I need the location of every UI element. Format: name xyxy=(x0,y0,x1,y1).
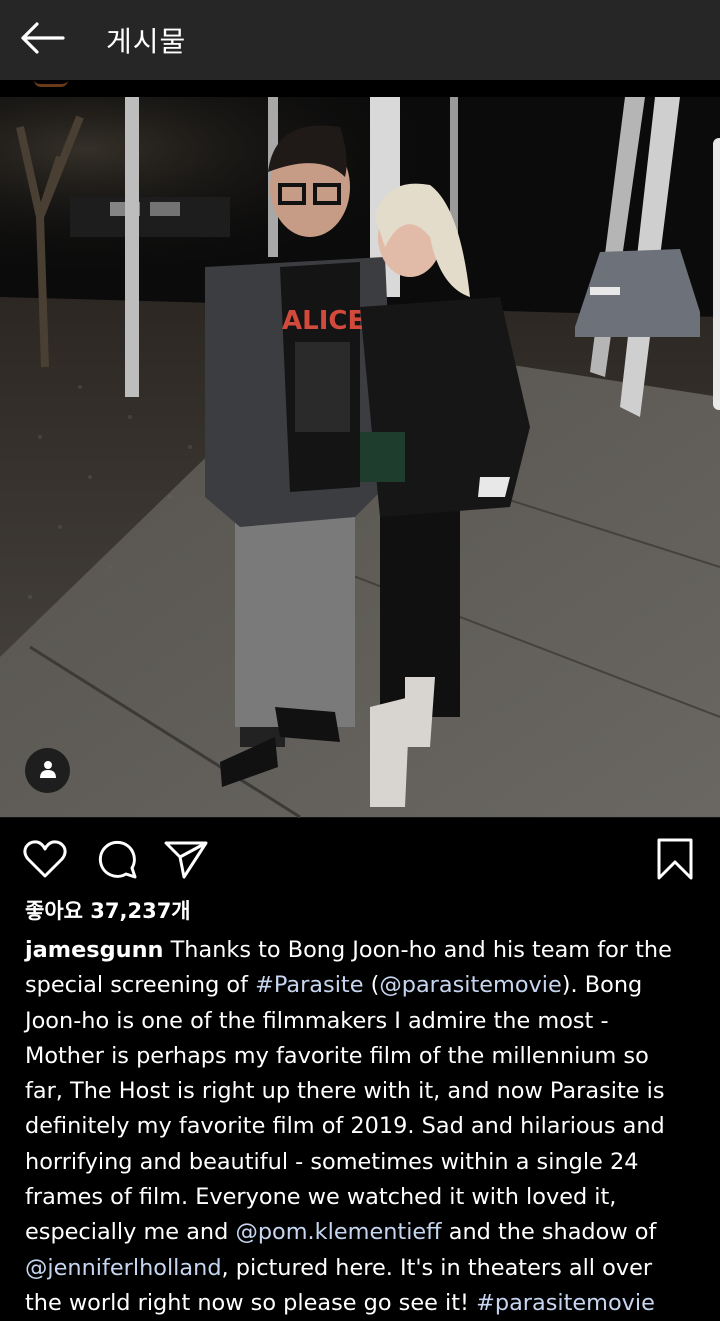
caption-text: and the shadow of xyxy=(441,1219,657,1246)
caption-text: Thanks to Bong Joon-ho and his team for … xyxy=(163,937,672,963)
caption-line: frames of film. Everyone we watched it w… xyxy=(25,1184,617,1211)
hashtag-link[interactable]: #Parasite xyxy=(255,972,363,998)
share-button[interactable] xyxy=(163,838,209,884)
caption-text: , pictured here. It's in theaters all ov… xyxy=(221,1254,653,1281)
caption-text: especially me and xyxy=(25,1219,236,1246)
mention-link[interactable]: @jenniferlholland xyxy=(25,1255,222,1281)
send-icon xyxy=(164,839,208,883)
caption-line: jamesgunn Thanks to Bong Joon-ho and his… xyxy=(25,933,705,968)
comment-button[interactable] xyxy=(94,838,140,884)
bookmark-icon xyxy=(656,838,694,884)
post-actions xyxy=(0,830,720,890)
comment-icon xyxy=(96,838,138,884)
person-icon xyxy=(38,759,58,783)
avatar-edge xyxy=(34,80,68,87)
post-caption: jamesgunn Thanks to Bong Joon-ho and his… xyxy=(25,933,705,1321)
heart-icon xyxy=(23,839,67,883)
mention-link[interactable]: @pom.klementieff xyxy=(235,1219,441,1245)
back-button[interactable] xyxy=(18,18,66,62)
caption-text: ). Bong xyxy=(561,972,643,999)
page-title: 게시물 xyxy=(106,25,187,58)
caption-line: horrifying and beautiful - sometimes wit… xyxy=(25,1148,639,1175)
caption-line: @jenniferlholland, pictured here. It's i… xyxy=(25,1251,705,1286)
hashtag-link[interactable]: #parasitemovie xyxy=(476,1290,655,1316)
caption-line: the world right now so please go see it!… xyxy=(25,1286,705,1321)
caption-line: special screening of #Parasite (@parasit… xyxy=(25,968,705,1003)
mention-link[interactable]: @parasitemovie xyxy=(379,972,561,998)
caption-line: Joon-ho is one of the filmmakers I admir… xyxy=(25,1007,609,1034)
shirt-print-text: ALICE xyxy=(282,306,365,336)
caption-line: definitely my favorite film of 2019. Sad… xyxy=(25,1113,665,1140)
like-count[interactable]: 좋아요 37,237개 xyxy=(25,895,191,925)
caption-line: Mother is perhaps my favorite film of th… xyxy=(25,1042,649,1069)
caption-line: especially me and @pom.klementieff and t… xyxy=(25,1215,705,1250)
caption-username[interactable]: jamesgunn xyxy=(25,937,163,963)
scrollbar[interactable] xyxy=(713,138,720,410)
caption-line: far, The Host is right up there with it,… xyxy=(25,1078,665,1105)
caption-text: special screening of xyxy=(25,972,256,999)
post-photo[interactable]: ALICE xyxy=(0,97,720,818)
caption-text: the world right now so please go see it! xyxy=(25,1289,477,1316)
save-button[interactable] xyxy=(652,838,698,884)
app-bar: 게시물 xyxy=(0,0,720,80)
caption-text: ( xyxy=(363,972,380,999)
like-button[interactable] xyxy=(22,838,68,884)
user-tag-button[interactable] xyxy=(25,748,70,793)
arrow-left-icon xyxy=(19,22,65,58)
